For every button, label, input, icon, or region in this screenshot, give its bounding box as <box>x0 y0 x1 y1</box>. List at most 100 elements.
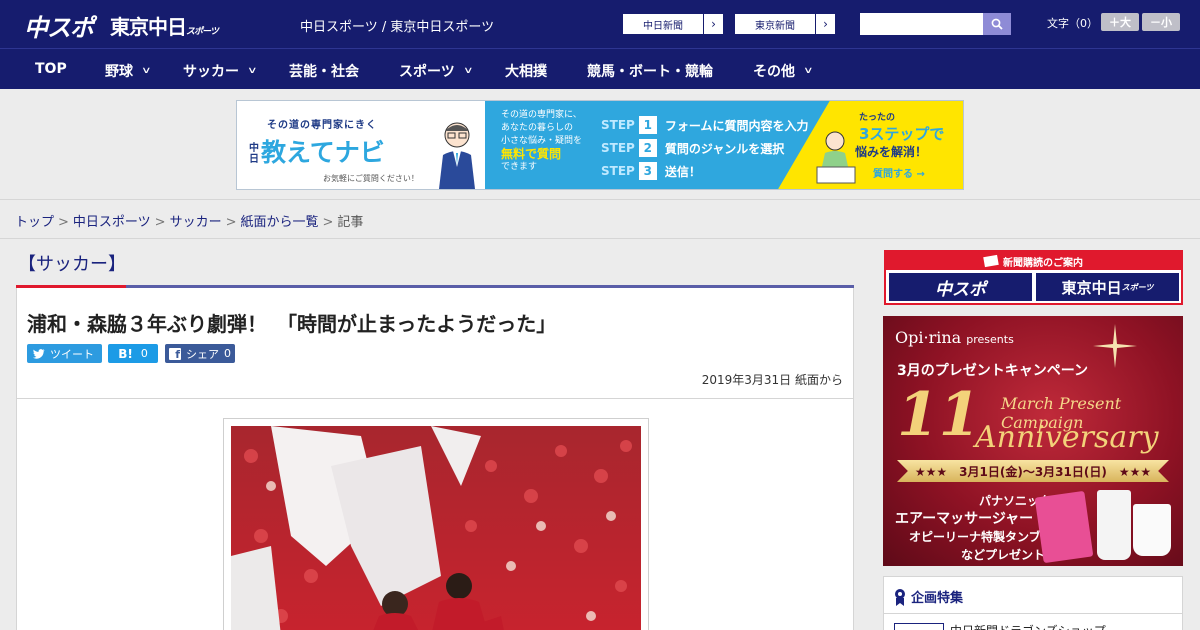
step-word: STEP <box>601 141 635 155</box>
promo-prize-line: などプレゼント! <box>961 548 1051 562</box>
feature-thumbnail[interactable] <box>894 623 944 630</box>
step-word: STEP <box>601 118 635 132</box>
feature-heading-text: 企画特集 <box>911 591 964 606</box>
banner-desc-line: あなたの暮らしの <box>501 123 574 133</box>
article-photo[interactable] <box>231 426 641 630</box>
search-icon <box>991 18 1003 30</box>
breadcrumb-separator: > <box>154 215 166 230</box>
feature-divider <box>884 613 1182 614</box>
breadcrumb-separator: > <box>322 215 334 230</box>
chuspo-logo[interactable]: 中スポ <box>24 8 94 43</box>
share-count: 0 <box>224 347 231 360</box>
nav-item-entertainment[interactable]: 芸能・社会 <box>289 61 359 81</box>
breadcrumb-paper-list[interactable]: 紙面から一覧 <box>241 215 319 230</box>
promo-brand-name: Opi·rina <box>895 328 962 347</box>
breadcrumb-divider <box>0 238 1200 239</box>
breadcrumb-separator: > <box>58 215 69 230</box>
font-size-down-button[interactable]: －小 <box>1142 13 1180 31</box>
promo-eleven: 11 <box>897 380 981 450</box>
chevron-right-icon: › <box>815 14 835 34</box>
tweet-label: ツイート <box>50 347 94 361</box>
nav-item-soccer[interactable]: サッカー ∨ <box>183 61 258 81</box>
tweet-button[interactable]: ツイート <box>27 344 102 363</box>
banner-note: お気軽にご質問ください！ <box>323 174 419 183</box>
promo-brand-presents: presents <box>966 333 1014 346</box>
nav-item-sumo[interactable]: 大相撲 <box>505 61 547 81</box>
hatena-bookmark-icon: B! <box>118 346 133 361</box>
chevron-down-icon: ∨ <box>462 66 474 76</box>
step-word: STEP <box>601 164 635 178</box>
chunichi-shimbun-link[interactable]: 中日新聞 › <box>622 13 724 35</box>
tokyo-chunichi-logo[interactable]: 東京中日スポーツ <box>110 11 219 40</box>
step-number: 2 <box>638 139 657 157</box>
newspaper-icon <box>983 254 999 268</box>
breadcrumb-chunichi-sports[interactable]: 中日スポーツ <box>73 215 151 230</box>
step-number: 1 <box>638 116 657 134</box>
subscription-heading-text: 新聞購読のご案内 <box>1003 257 1083 269</box>
search-button[interactable] <box>983 13 1011 35</box>
chevron-down-icon: ∨ <box>803 66 814 76</box>
font-size-label: 文字（0） <box>1047 17 1098 30</box>
tokyo-logo-text: 東京中日 <box>110 15 187 39</box>
feature-box: 企画特集 中日新聞ドラゴンズショップ <box>883 576 1183 630</box>
tokyo-logo-small: スポーツ <box>186 27 219 37</box>
step-text: 質問のジャンルを選択 <box>664 141 785 156</box>
chevron-right-icon: › <box>703 14 723 34</box>
subscribe-tokyo-text: 東京中日 <box>1061 278 1122 297</box>
tumbler-image <box>1133 504 1171 556</box>
nav-item-keiba[interactable]: 競馬・ボート・競輪 <box>587 61 713 81</box>
tokyo-shimbun-link[interactable]: 東京新聞 › <box>734 13 836 35</box>
feature-item-dragons-shop[interactable]: 中日新聞ドラゴンズショップ <box>950 622 1106 630</box>
banner-title-chars: 中日 <box>249 143 259 165</box>
laptop-person-icon <box>816 131 856 184</box>
subscribe-tokyo-logo[interactable]: 東京中日 スポーツ <box>1036 273 1179 301</box>
font-size-up-button[interactable]: ＋大 <box>1101 13 1139 31</box>
nav-label: その他 <box>753 64 795 80</box>
breadcrumb-top[interactable]: トップ <box>15 215 54 230</box>
search-input[interactable] <box>860 13 983 35</box>
breadcrumb-soccer[interactable]: サッカー <box>170 215 222 230</box>
subscribe-tokyo-small: スポーツ <box>1121 282 1154 292</box>
chevron-down-icon: ∨ <box>141 66 152 76</box>
promo-campaign-title: 3月のプレゼントキャンペーン <box>897 363 1089 379</box>
nav-item-sports[interactable]: スポーツ ∨ <box>399 61 474 81</box>
anniversary-campaign-ad[interactable]: Opi·rina presents 3月のプレゼントキャンペーン 11 Marc… <box>883 316 1183 566</box>
oshiete-navi-banner[interactable]: その道の専門家にきく 中日教えてナビ お気軽にご質問ください！ その道の専門家に… <box>236 100 964 190</box>
tokyo-shimbun-label: 東京新聞 <box>755 20 795 32</box>
promo-brand: Opi·rina presents <box>895 328 1014 347</box>
nav-label: サッカー <box>183 64 239 80</box>
banner-ask-link[interactable]: 質問する → <box>873 165 925 180</box>
article-card: 浦和・森脇３年ぶり劇弾！ 「時間が止まったようだった」 ツイート B! 0 f … <box>16 288 854 630</box>
banner-right-line-2: 3ステップで <box>859 125 945 143</box>
banner-subtitle: その道の専門家にきく <box>267 120 377 131</box>
article-photo-frame <box>223 418 649 630</box>
breadcrumb: トップ > 中日スポーツ > サッカー > 紙面から一覧 > 記事 <box>15 211 363 230</box>
nav-label: スポーツ <box>399 64 455 80</box>
banner-right-line-3: 悩みを解消！ <box>855 145 928 159</box>
category-heading: 【サッカー】 <box>18 254 126 275</box>
nav-item-other[interactable]: その他 ∨ <box>753 61 814 81</box>
banner-title-text: 教えてナビ <box>261 138 385 167</box>
article-title: 浦和・森脇３年ぶり劇弾！ 「時間が止まったようだった」 <box>27 312 557 336</box>
article-divider <box>17 398 853 399</box>
step-text: フォームに質問内容を入力 <box>664 118 809 133</box>
tumbler-image <box>1097 490 1131 560</box>
step-number: 3 <box>638 162 657 180</box>
nav-item-baseball[interactable]: 野球 ∨ <box>105 61 152 81</box>
chunichi-shimbun-label: 中日新聞 <box>643 20 683 32</box>
nav-item-top[interactable]: TOP <box>35 61 67 77</box>
nav-label: 大相撲 <box>505 64 547 80</box>
hatena-bookmark-button[interactable]: B! 0 <box>108 344 158 363</box>
subscribe-chuspo-logo[interactable]: 中スポ <box>889 273 1032 301</box>
subscription-heading: 新聞購読のご案内 <box>886 252 1181 270</box>
banner-desc-highlight: 無料で質問 <box>501 147 562 161</box>
sparkle-icon <box>1093 324 1137 368</box>
subscription-box[interactable]: 新聞購読のご案内 中スポ 東京中日 スポーツ <box>884 250 1183 305</box>
nav-label: 芸能・社会 <box>289 64 359 80</box>
person-illustration-icon <box>439 122 475 189</box>
banner-right-line-1: たったの <box>859 113 896 123</box>
feature-heading: 企画特集 <box>894 587 963 606</box>
banner-desc-line: できます <box>501 162 538 172</box>
towel-image <box>1034 490 1094 564</box>
facebook-share-button[interactable]: f シェア 0 <box>165 344 235 363</box>
